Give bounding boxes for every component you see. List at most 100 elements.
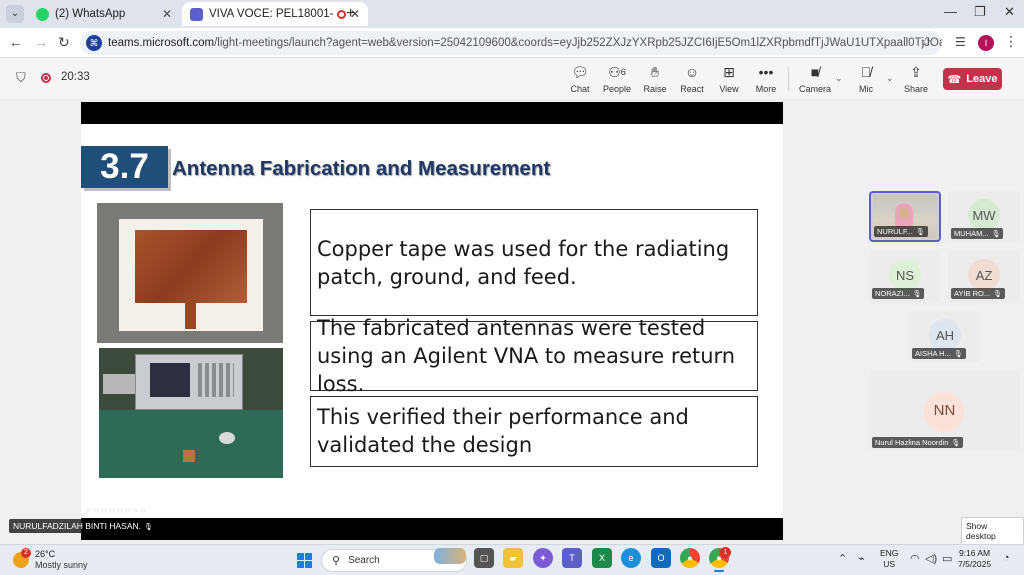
notifications-bell-icon[interactable]: ◔ (1003, 552, 1010, 564)
usb-icon[interactable]: ⌁ (858, 552, 865, 565)
raise-label: Raise (643, 84, 667, 94)
participant-tile[interactable]: NS NORAZI... 🎙︎ (869, 251, 941, 302)
react-button[interactable]: ☺ React (672, 63, 712, 94)
participant-tile[interactable]: AH AISHA H... 🎙︎ (909, 311, 981, 362)
mic-muted-icon: 🎙︎ (993, 291, 1003, 298)
chat-button[interactable]: 💬︎ Chat (560, 63, 600, 94)
tab-title: VIVA VOCE: PEL18001-NUR (209, 8, 333, 20)
participant-tile[interactable]: NN Nurul Hazlina Noordin 🎙︎ (869, 371, 1020, 451)
people-label: People (602, 84, 632, 94)
chrome-notification-badge: 1 (720, 547, 731, 558)
language-indicator[interactable]: ENG US (880, 548, 898, 570)
show-desktop-tooltip: Show desktop (961, 517, 1024, 545)
tab-teams-meeting[interactable]: VIVA VOCE: PEL18001-NUR ✕ (182, 2, 368, 26)
slide-text-box-3: This verified their performance and vali… (310, 396, 758, 467)
search-placeholder: Search (348, 555, 380, 566)
profile-avatar[interactable]: I (978, 35, 994, 51)
raise-hand-button[interactable]: ✋︎ Raise (635, 63, 675, 94)
close-tab-icon[interactable]: ✕ (162, 7, 172, 21)
address-bar-row: ← → ↻ ⌘ teams.microsoft.com/light-meetin… (0, 28, 1024, 58)
forward-arrow-icon[interactable]: → (34, 34, 48, 50)
camera-options-chevron-icon[interactable]: ⌄ (835, 73, 843, 84)
url-field[interactable]: ⌘ teams.microsoft.com/light-meetings/lau… (80, 31, 942, 55)
chat-label: Chat (570, 84, 590, 94)
restore-window-button[interactable]: ❐ (974, 4, 986, 20)
mic-muted-icon: 🎙︎ (991, 231, 1001, 238)
weather-temperature[interactable]: 26°C (35, 549, 55, 559)
wifi-icon[interactable]: ◠ (910, 552, 920, 565)
slide-section-number: 3.7 (81, 146, 168, 188)
mic-muted-icon: 🎙︎ (915, 229, 925, 236)
participant-tile[interactable]: AZ AYIB RO... 🎙︎ (948, 251, 1020, 302)
participant-name-tag: Nurul Hazlina Noordin 🎙︎ (872, 437, 964, 448)
recording-icon (41, 73, 51, 83)
antenna-under-test-shape (183, 450, 195, 462)
smiley-icon: ☺ (684, 64, 700, 80)
react-label: React (680, 84, 704, 94)
teams-icon (190, 7, 203, 21)
mouse-shape (219, 432, 235, 444)
minimize-window-button[interactable]: — (944, 4, 957, 19)
toolbar-divider (788, 67, 789, 91)
grid-icon: ⊞ (723, 64, 735, 80)
participant-initials: AH (935, 328, 955, 343)
participant-name-tag: NURULF... 🎙︎ (874, 226, 928, 237)
new-tab-button[interactable]: + (346, 5, 355, 23)
slideshow-controls[interactable]: ○○○○○○○○ (86, 506, 149, 515)
back-arrow-icon[interactable]: ← (9, 34, 23, 50)
teams-app-icon[interactable]: T (562, 548, 582, 568)
whatsapp-icon (36, 7, 49, 21)
search-highlight-image (434, 548, 466, 564)
participant-face-shape (899, 208, 909, 219)
meeting-toolbar: ⛉ 20:33 💬︎ Chat ⚇6 People ✋︎ Raise ☺ Rea… (0, 59, 1024, 99)
instrument-shape (103, 374, 137, 394)
more-button[interactable]: ••• More (746, 63, 786, 94)
close-window-button[interactable]: ✕ (1004, 4, 1015, 20)
mic-button[interactable]: 🎙̸ Mic (846, 63, 886, 94)
view-button[interactable]: ⊞ View (709, 63, 749, 94)
hand-icon: ✋︎ (651, 64, 659, 80)
mic-muted-icon: 🎙︎ (951, 440, 961, 447)
system-clock[interactable]: 9:16 AM 7/5/2025 (958, 548, 991, 570)
outlook-icon[interactable]: O (651, 548, 671, 568)
chrome-icon[interactable]: ● (680, 548, 700, 568)
url-text: teams.microsoft.com/light-meetings/launc… (108, 37, 942, 49)
site-info-icon[interactable]: ⌘ (86, 35, 102, 51)
people-count: 6 (620, 67, 626, 77)
weather-condition[interactable]: Mostly sunny (35, 560, 88, 570)
camera-button[interactable]: ■̸ Camera (795, 63, 835, 94)
bookmark-star-icon[interactable]: ☆ (920, 34, 932, 50)
edge-icon[interactable]: e (621, 548, 641, 568)
phone-hangup-icon: ☎ (947, 73, 962, 86)
file-explorer-icon[interactable]: ▰ (503, 548, 523, 568)
battery-icon[interactable]: ▭ (942, 552, 952, 565)
tray-overflow-chevron-icon[interactable]: ⌃ (838, 552, 847, 565)
antenna-photo (97, 203, 283, 343)
windows-start-icon[interactable] (297, 553, 312, 568)
vna-screen-shape (150, 363, 190, 397)
participant-tile[interactable]: MW MUHAM... 🎙︎ (948, 191, 1020, 242)
participant-name-tag: AYIB RO... 🎙︎ (951, 288, 1006, 299)
participant-tile[interactable]: NURULF... 🎙︎ (869, 191, 941, 242)
tab-media-icon[interactable]: ☰ (955, 35, 966, 49)
copilot-icon[interactable]: ✦ (533, 548, 553, 568)
task-view-icon[interactable]: ▢ (474, 548, 494, 568)
mic-options-chevron-icon[interactable]: ⌄ (886, 73, 894, 84)
reload-icon[interactable]: ↻ (58, 34, 70, 51)
ellipsis-icon: ••• (758, 64, 774, 80)
browser-menu-icon[interactable]: ⋮ (1004, 33, 1018, 50)
volume-icon[interactable]: ◁) (925, 552, 937, 565)
shared-slide: 3.7 Antenna Fabrication and Measurement … (81, 124, 783, 518)
leave-button[interactable]: ☎ Leave (943, 68, 1002, 90)
feed-line-shape (185, 299, 196, 329)
excel-icon[interactable]: X (592, 548, 612, 568)
mic-label: Mic (859, 84, 873, 94)
slide-text-box-2: The fabricated antennas were tested usin… (310, 316, 758, 396)
participant-name-tag: AISHA H... 🎙︎ (912, 348, 966, 359)
tab-whatsapp[interactable]: (2) WhatsApp ✕ (28, 2, 180, 26)
chat-icon: 💬︎ (571, 64, 589, 80)
share-button[interactable]: ⇪ Share (896, 63, 936, 94)
people-button[interactable]: ⚇6 People (597, 63, 637, 94)
people-icon: ⚇6 (608, 64, 626, 80)
tab-search-menu-button[interactable]: ⌄ (6, 5, 24, 23)
